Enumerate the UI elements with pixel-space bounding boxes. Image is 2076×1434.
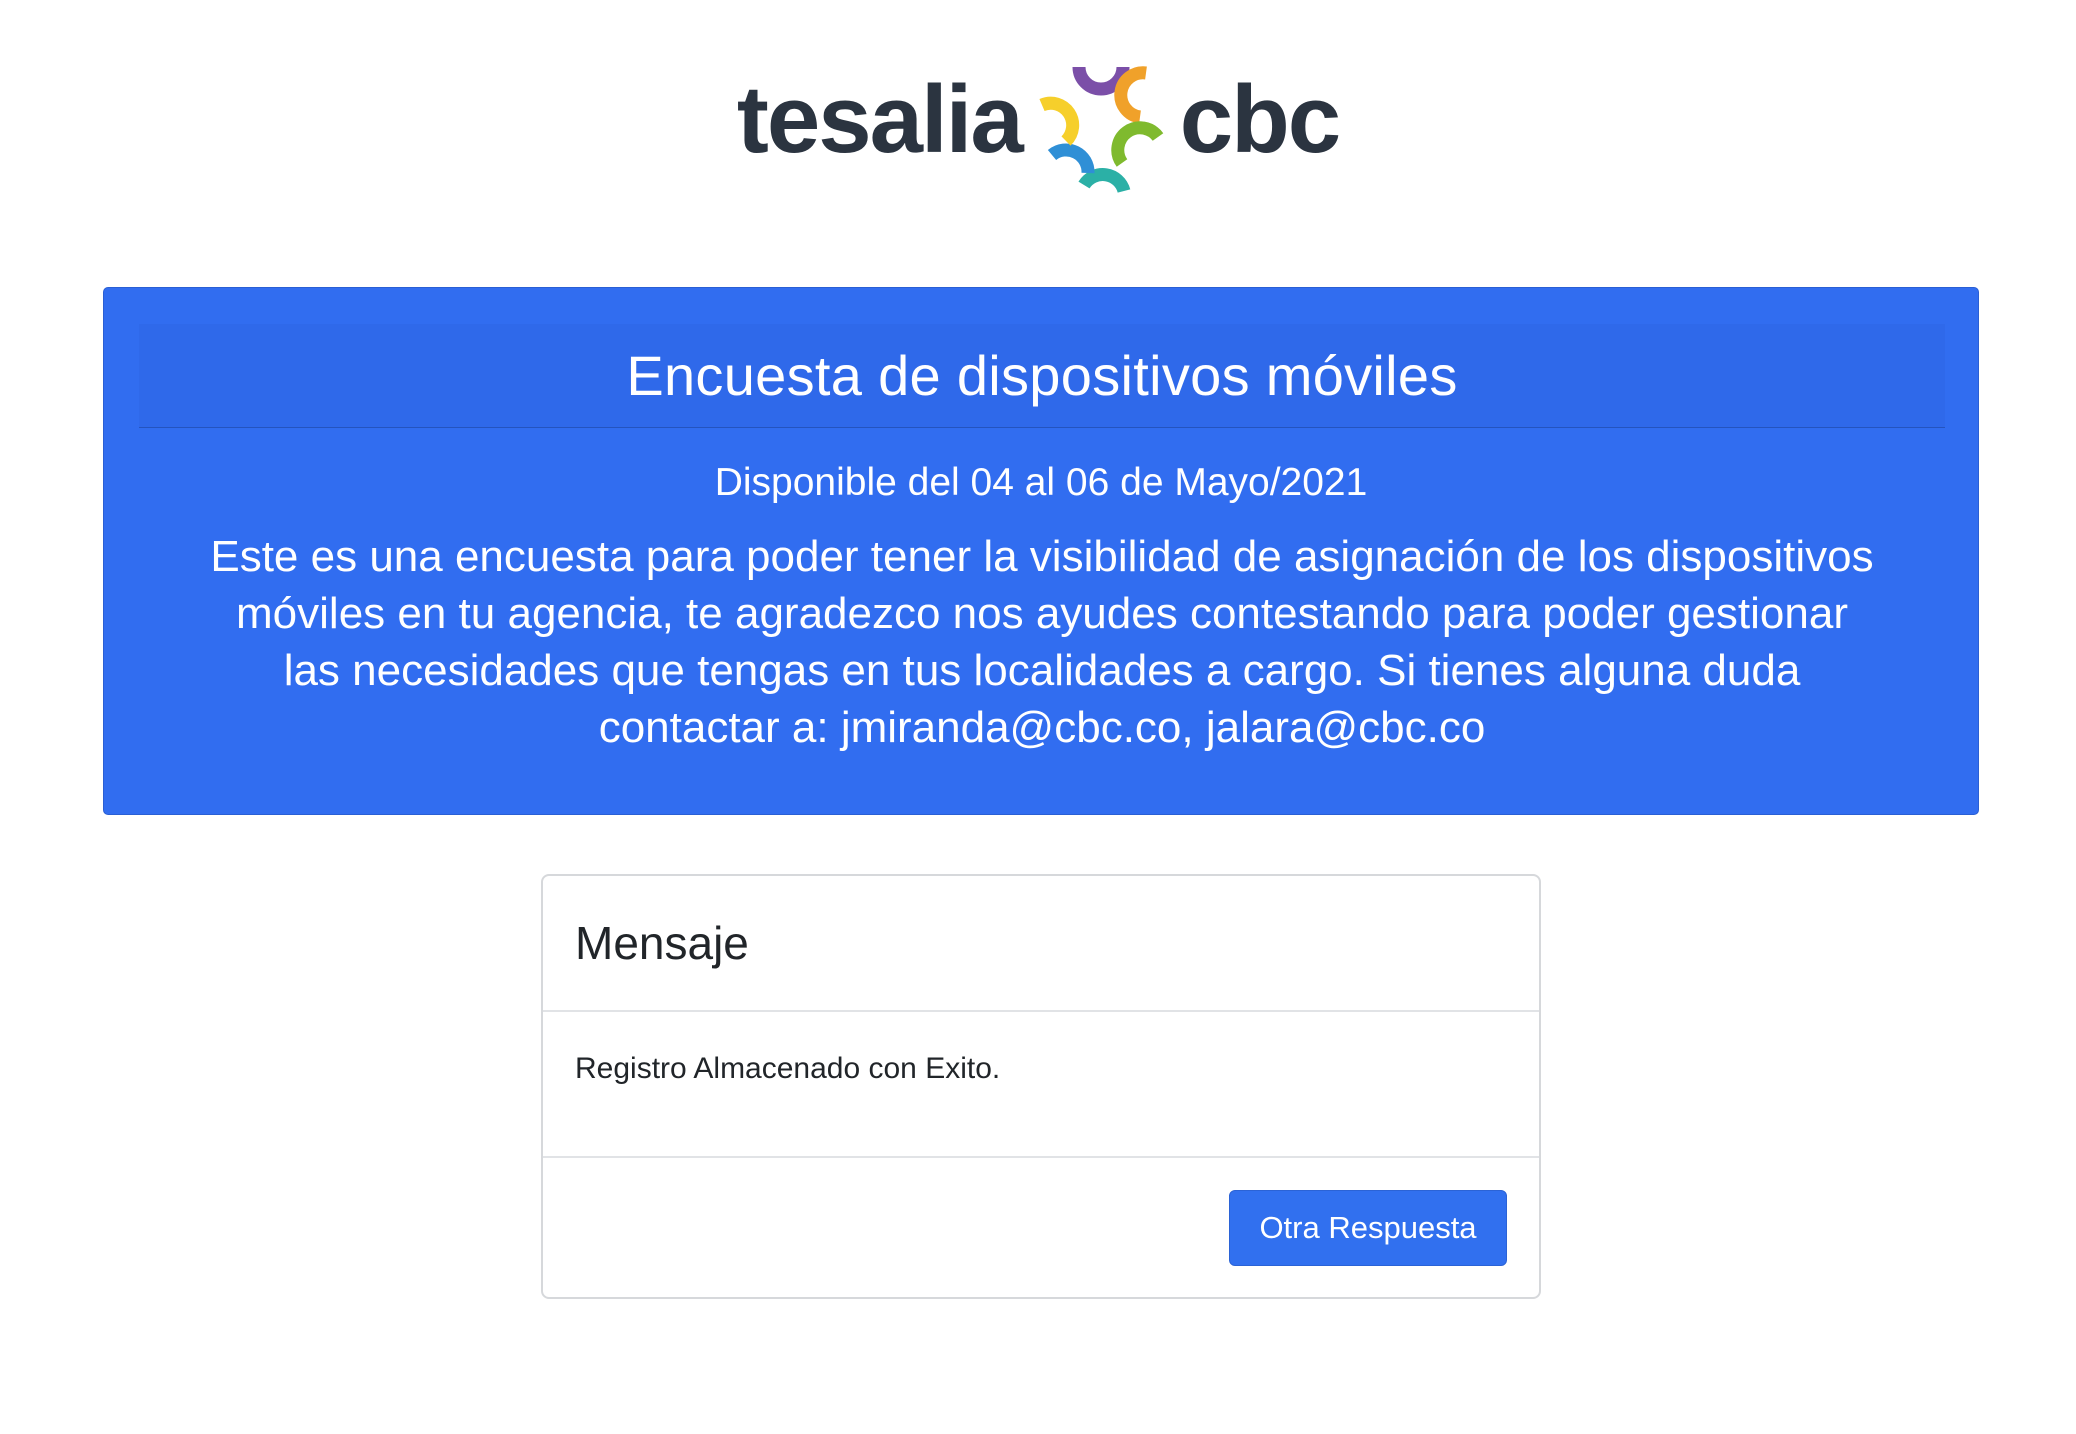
another-response-button[interactable]: Otra Respuesta [1229, 1189, 1507, 1266]
survey-description: Este es una encuesta para poder tener la… [210, 532, 1874, 752]
survey-title: Encuesta de dispositivos móviles [626, 343, 1458, 407]
logo-lockup: tesalia cbc [736, 45, 1341, 195]
survey-banner: Encuesta de dispositivos móviles Disponi… [103, 287, 1979, 815]
card-footer: Otra Respuesta [543, 1158, 1539, 1297]
card-header: Mensaje [543, 876, 1539, 1012]
tesalia-cbc-logo-mark-icon [1039, 66, 1163, 194]
card-body: Registro Almacenado con Exito. [543, 1012, 1539, 1158]
brand-logo: tesalia cbc [0, 40, 2076, 200]
page: tesalia cbc Encuesta de dispositivos móv… [0, 0, 2076, 1434]
message-card: Mensaje Registro Almacenado con Exito. O… [541, 874, 1541, 1299]
banner-header: Encuesta de dispositivos móviles [139, 324, 1945, 428]
success-message: Registro Almacenado con Exito. [575, 1052, 1001, 1085]
availability-dates: Disponible del 04 al 06 de Mayo/2021 [714, 461, 1368, 504]
logo-word-cbc: cbc [1179, 66, 1341, 173]
card-title: Mensaje [575, 917, 749, 969]
logo-word-tesalia: tesalia [736, 66, 1024, 173]
